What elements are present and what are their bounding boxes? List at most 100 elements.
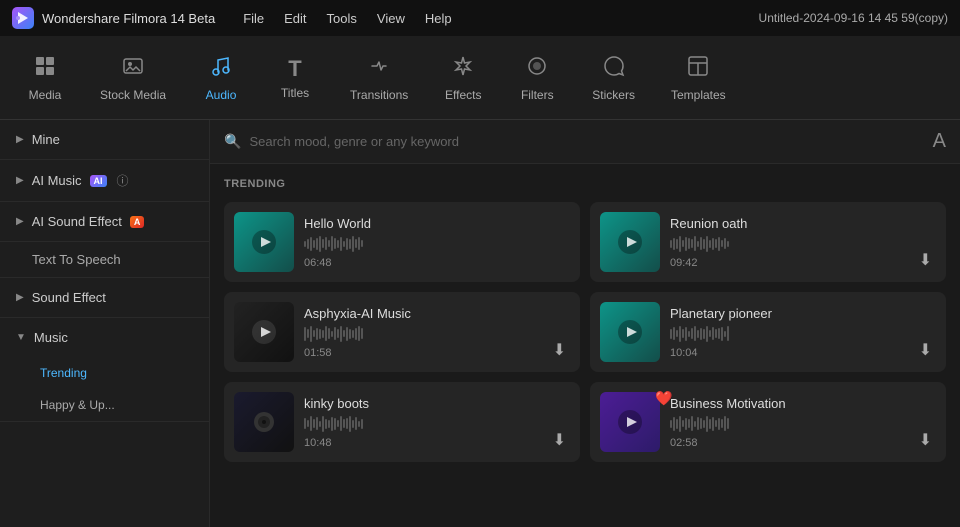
- content-area: 🔍 A TRENDING Hello World 06: [210, 120, 960, 527]
- ai-music-arrow: ▶: [16, 175, 24, 186]
- sidebar-group-sound-effect-header[interactable]: ▶ Sound Effect: [0, 278, 209, 317]
- sound-effect-label: Sound Effect: [32, 290, 106, 305]
- ai-sound-label: AI Sound Effect: [32, 214, 122, 229]
- search-bar: 🔍 A: [210, 120, 960, 164]
- music-card-business-motivation[interactable]: ❤️ Business Motivation 02:58 ⬇: [590, 382, 946, 462]
- nav-effects-label: Effects: [445, 88, 481, 102]
- nav-titles[interactable]: T Titles: [260, 48, 330, 108]
- media-icon: [33, 54, 57, 84]
- nav-stickers-label: Stickers: [592, 88, 635, 102]
- nav-transitions[interactable]: Transitions: [334, 46, 424, 110]
- nav-stickers[interactable]: Stickers: [576, 46, 651, 110]
- app-name: Wondershare Filmora 14 Beta: [42, 11, 215, 26]
- nav-titles-label: Titles: [281, 86, 309, 100]
- stickers-icon: [602, 54, 626, 84]
- music-card-hello-world[interactable]: Hello World 06:48: [224, 202, 580, 282]
- download-btn-planetary[interactable]: ⬇: [915, 336, 936, 364]
- music-label: Music: [34, 330, 68, 345]
- sidebar-group-tts: Text To Speech: [0, 242, 209, 278]
- sidebar-group-mine: ▶ Mine: [0, 120, 209, 160]
- nav-media[interactable]: Media: [10, 46, 80, 110]
- music-title-business-motivation: Business Motivation: [670, 396, 936, 411]
- nav-filters[interactable]: Filters: [502, 46, 572, 110]
- top-nav: Media Stock Media Audio T Titles: [0, 36, 960, 120]
- templates-icon: [686, 54, 710, 84]
- music-info-asphyxia: Asphyxia-AI Music 01:58: [304, 306, 570, 359]
- menu-view[interactable]: View: [377, 11, 405, 26]
- nav-transitions-label: Transitions: [350, 88, 408, 102]
- title-bar-menu: File Edit Tools View Help: [243, 11, 451, 26]
- download-btn-business-motivation[interactable]: ⬇: [915, 426, 936, 454]
- music-title-reunion-oath: Reunion oath: [670, 216, 936, 231]
- transitions-icon: [367, 54, 391, 84]
- waveform-asphyxia: [304, 325, 570, 343]
- music-thumb-kinky-boots: [234, 392, 294, 452]
- menu-tools[interactable]: Tools: [327, 11, 357, 26]
- content-scroll: TRENDING Hello World 06:48: [210, 164, 960, 527]
- sidebar-group-ai-sound-header[interactable]: ▶ AI Sound Effect A: [0, 202, 209, 241]
- sidebar-group-ai-music: ▶ AI Music AI ⓘ: [0, 160, 209, 202]
- ai-music-help-icon[interactable]: ⓘ: [117, 172, 129, 189]
- download-btn-asphyxia[interactable]: ⬇: [549, 336, 570, 364]
- stock-media-icon: [121, 54, 145, 84]
- ai-sound-arrow: ▶: [16, 216, 24, 227]
- search-input[interactable]: [249, 134, 914, 149]
- nav-templates-label: Templates: [671, 88, 726, 102]
- nav-stock-media[interactable]: Stock Media: [84, 46, 182, 110]
- waveform-kinky-boots: [304, 415, 570, 433]
- music-title-hello-world: Hello World: [304, 216, 570, 231]
- mine-label: Mine: [32, 132, 60, 147]
- music-duration-kinky-boots: 10:48: [304, 437, 570, 449]
- menu-help[interactable]: Help: [425, 11, 452, 26]
- music-thumb-hello-world: [234, 212, 294, 272]
- sidebar: ▶ Mine ▶ AI Music AI ⓘ ▶ AI Sound Effect…: [0, 120, 210, 527]
- sidebar-group-mine-header[interactable]: ▶ Mine: [0, 120, 209, 159]
- music-info-hello-world: Hello World 06:48: [304, 216, 570, 269]
- music-card-kinky-boots[interactable]: kinky boots 10:48 ⬇: [224, 382, 580, 462]
- sidebar-item-tts[interactable]: Text To Speech: [0, 242, 209, 277]
- music-thumb-business-motivation: [600, 392, 660, 452]
- music-card-planetary[interactable]: Planetary pioneer 10:04 ⬇: [590, 292, 946, 372]
- music-card-reunion-oath[interactable]: Reunion oath 09:42 ⬇: [590, 202, 946, 282]
- music-grid: Hello World 06:48 Reunion oath: [224, 202, 946, 462]
- main-layout: ▶ Mine ▶ AI Music AI ⓘ ▶ AI Sound Effect…: [0, 120, 960, 527]
- app-logo: [12, 7, 34, 29]
- music-card-asphyxia[interactable]: Asphyxia-AI Music 01:58 ⬇: [224, 292, 580, 372]
- music-info-kinky-boots: kinky boots 10:48: [304, 396, 570, 449]
- nav-effects[interactable]: Effects: [428, 46, 498, 110]
- project-name: Untitled-2024-09-16 14 45 59(copy): [759, 11, 948, 25]
- music-info-business-motivation: Business Motivation 02:58: [670, 396, 936, 449]
- sidebar-item-trending[interactable]: Trending: [0, 357, 209, 389]
- waveform-business-motivation: [670, 415, 936, 433]
- music-thumb-planetary: [600, 302, 660, 362]
- music-thumb-reunion-oath: [600, 212, 660, 272]
- sound-effect-arrow: ▶: [16, 292, 24, 303]
- music-title-kinky-boots: kinky boots: [304, 396, 570, 411]
- music-duration-planetary: 10:04: [670, 347, 936, 359]
- music-title-planetary: Planetary pioneer: [670, 306, 936, 321]
- waveform-hello-world: [304, 235, 570, 253]
- nav-audio[interactable]: Audio: [186, 46, 256, 110]
- music-duration-business-motivation: 02:58: [670, 437, 936, 449]
- download-btn-reunion-oath[interactable]: ⬇: [915, 246, 936, 274]
- search-extra-button[interactable]: A: [923, 130, 946, 153]
- nav-audio-label: Audio: [206, 88, 237, 102]
- effects-icon: [451, 54, 475, 84]
- titles-icon: T: [288, 56, 301, 82]
- sidebar-group-music-header[interactable]: ▼ Music: [0, 318, 209, 357]
- sidebar-group-ai-music-header[interactable]: ▶ AI Music AI ⓘ: [0, 160, 209, 201]
- menu-edit[interactable]: Edit: [284, 11, 306, 26]
- menu-file[interactable]: File: [243, 11, 264, 26]
- music-arrow: ▼: [16, 332, 26, 343]
- music-info-reunion-oath: Reunion oath 09:42: [670, 216, 936, 269]
- download-btn-kinky-boots[interactable]: ⬇: [549, 426, 570, 454]
- waveform-planetary: [670, 325, 936, 343]
- sidebar-group-ai-sound-effect: ▶ AI Sound Effect A: [0, 202, 209, 242]
- music-duration-hello-world: 06:48: [304, 257, 570, 269]
- audio-icon: [209, 54, 233, 84]
- ai-music-label: AI Music: [32, 173, 82, 188]
- nav-filters-label: Filters: [521, 88, 554, 102]
- nav-templates[interactable]: Templates: [655, 46, 742, 110]
- sidebar-group-sound-effect: ▶ Sound Effect: [0, 278, 209, 318]
- sidebar-item-happy-up[interactable]: Happy & Up...: [0, 389, 209, 421]
